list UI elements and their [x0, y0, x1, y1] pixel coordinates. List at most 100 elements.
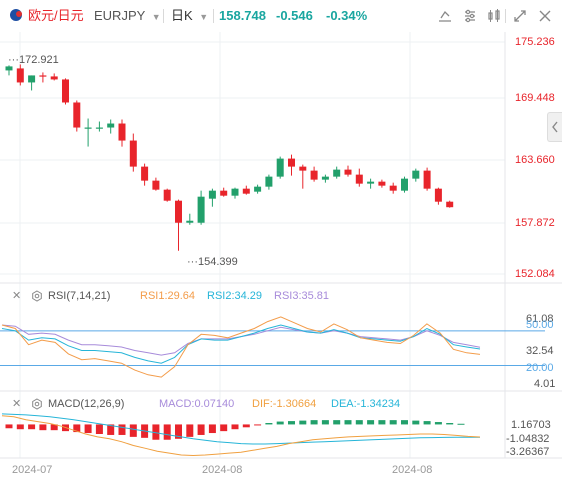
price-axis-tick: 157.872 [515, 217, 555, 229]
macd-histogram-bar [412, 420, 420, 425]
candle-body [434, 188, 442, 202]
macd-histogram-bar [367, 420, 375, 425]
candle-body [389, 185, 397, 191]
candle-body [321, 176, 329, 180]
candle-body [254, 186, 262, 192]
macd-histogram-bar [220, 424, 228, 432]
high-marker-label: ···172.921 [8, 54, 59, 66]
price-axis-tick: 175.236 [515, 36, 555, 48]
macd-histogram-bar [378, 420, 386, 425]
candle-body [208, 190, 216, 199]
candle-body [231, 188, 239, 196]
macd-axis-tick: -3.26367 [506, 446, 550, 458]
rsi1-line [1, 316, 481, 378]
candle-body [50, 76, 58, 80]
rsi-axis-tick: 50.00 [526, 319, 554, 331]
candle-body [197, 196, 205, 223]
macd-histogram-bar [208, 424, 216, 434]
collapse-icon[interactable]: ✕ [12, 397, 21, 411]
date-axis-tick: 2024-07 [12, 464, 53, 476]
price-axis-tick: 163.660 [515, 154, 555, 166]
candle-body [344, 169, 352, 175]
candle-body [163, 189, 171, 201]
candle-body [118, 123, 126, 141]
macd-axis-tick: 1.16703 [511, 419, 551, 431]
macd-histogram-bar [276, 421, 284, 425]
macd-histogram-bar [434, 422, 442, 425]
rsi-axis-tick: 32.54 [526, 345, 554, 357]
price-axis-tick: 152.084 [515, 268, 555, 280]
macd-histogram-bar [39, 424, 47, 431]
settings-gear-icon[interactable] [31, 290, 43, 302]
macd-axis-tick: -1.04832 [506, 433, 550, 445]
macd-histogram-bar [333, 420, 341, 425]
macd-histogram-bar [389, 420, 397, 425]
chevron-left-icon [552, 121, 558, 133]
candle-body [129, 140, 137, 167]
macd-histogram-bar [84, 424, 92, 434]
rsi1-value: RSI1:29.64 [140, 290, 196, 302]
macd-histogram-bar [231, 424, 239, 430]
dif-line [1, 415, 481, 457]
candle-body [299, 166, 307, 171]
rsi3-value: RSI3:35.81 [274, 290, 330, 302]
collapse-icon[interactable]: ✕ [12, 289, 21, 303]
macd-histogram-bar [423, 421, 431, 425]
settings-gear-icon[interactable] [31, 398, 43, 410]
candle-body [95, 127, 103, 129]
rsi-axis-tick: 20.00 [526, 362, 554, 374]
macd-histogram-bar [288, 421, 295, 425]
macd-histogram-bar [16, 424, 24, 430]
candle-body [242, 188, 250, 194]
date-axis-tick: 2024-08 [392, 464, 433, 476]
macd-histogram-bar [401, 420, 408, 425]
side-panel-toggle[interactable] [547, 112, 562, 142]
candle-body [62, 79, 69, 103]
candle-body [73, 102, 81, 128]
macd-histogram-bar [95, 424, 103, 434]
candle-body [265, 176, 273, 187]
dea-value: DEA:-1.34234 [331, 398, 401, 410]
low-marker-dots: ··· [187, 256, 198, 268]
macd-histogram-bar [163, 424, 171, 440]
macd-histogram-bar [197, 424, 205, 435]
dif-value: DIF:-1.30664 [252, 398, 317, 410]
macd-value: MACD:0.07140 [159, 398, 235, 410]
macd-histogram-bar [28, 424, 36, 430]
rsi-label: RSI(7,14,21) [48, 290, 111, 302]
candle-body [378, 181, 386, 186]
candle-body [152, 180, 160, 190]
price-axis-tick: 169.448 [515, 92, 555, 104]
macd-histogram-bar [321, 420, 329, 425]
macd-histogram-bar [5, 424, 13, 429]
candle-body [141, 166, 149, 181]
macd-histogram-bar [457, 423, 465, 425]
candle-body [310, 170, 318, 180]
macd-label: MACD(12,26,9) [48, 398, 125, 410]
low-value: 154.399 [198, 256, 238, 268]
macd-histogram-bar [265, 423, 273, 425]
candle-body [401, 178, 408, 191]
low-marker-label: ···154.399 [187, 256, 238, 268]
candle-body [355, 174, 363, 184]
candle-body [446, 201, 454, 208]
rsi3-line [1, 324, 481, 356]
candle-body [367, 181, 375, 184]
candle-body [5, 66, 13, 71]
high-value: 172.921 [19, 54, 59, 66]
candle-body [107, 123, 115, 128]
rsi-axis-tick: 4.01 [534, 378, 556, 390]
candle-body [39, 75, 47, 77]
candle-body [423, 170, 431, 189]
macd-histogram-bar [299, 420, 307, 425]
candle-body [28, 75, 36, 83]
candle-body [16, 68, 24, 83]
candle-body [288, 158, 295, 167]
candle-body [175, 200, 182, 223]
date-axis-tick: 2024-08 [202, 464, 243, 476]
candle-body [412, 170, 420, 179]
macd-histogram-bar [186, 424, 194, 437]
macd-histogram-bar [118, 424, 126, 435]
macd-histogram-bar [242, 424, 250, 428]
candle-body [186, 220, 194, 223]
